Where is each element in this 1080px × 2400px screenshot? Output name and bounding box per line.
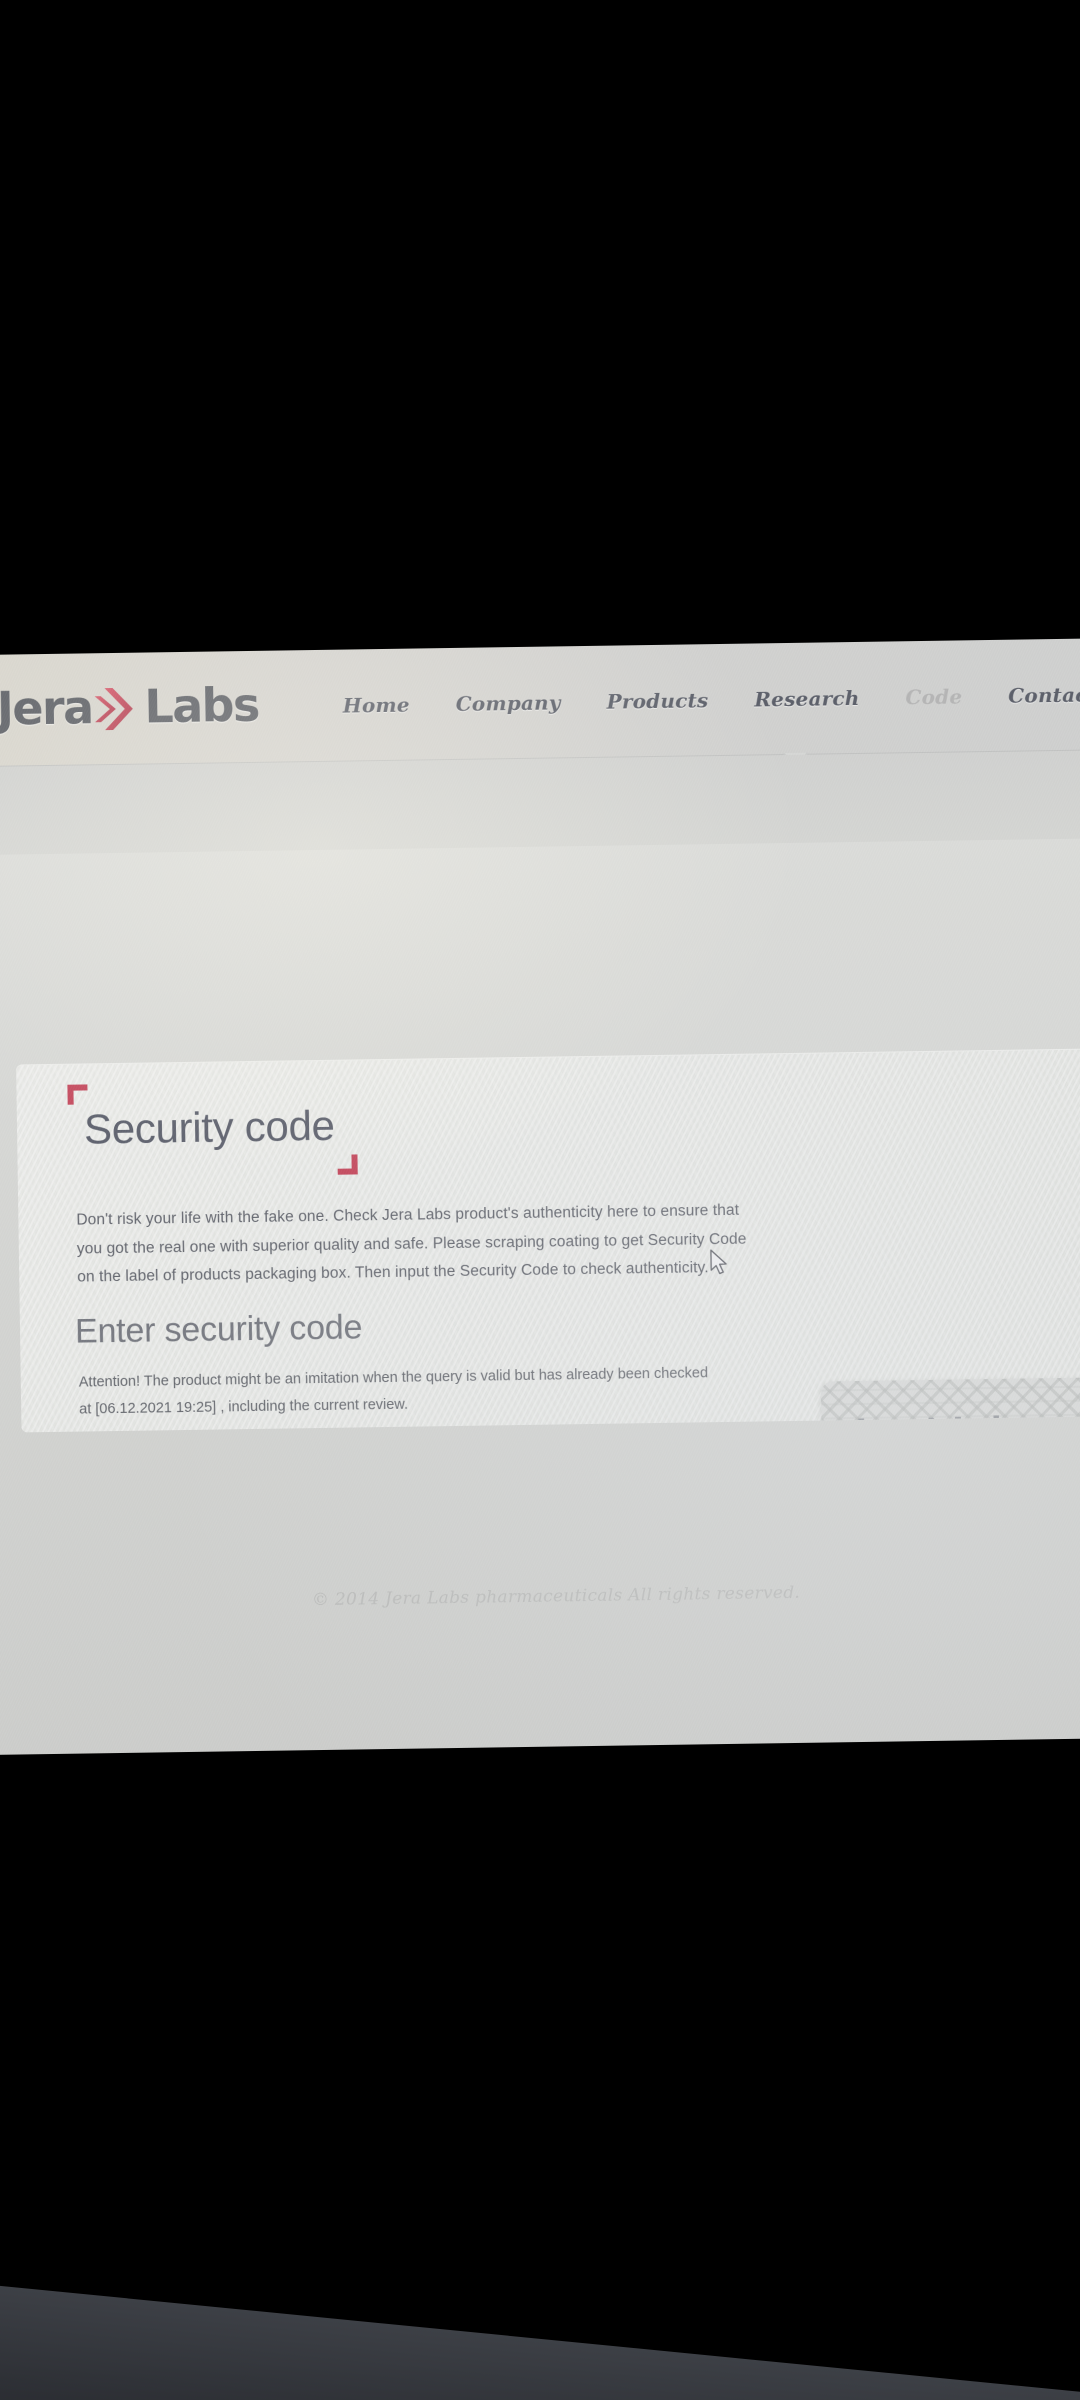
nav-item-contact[interactable]: Contact bbox=[1008, 682, 1080, 707]
header-subband bbox=[0, 750, 1080, 855]
page-body: Security code Don't risk your life with … bbox=[0, 838, 1080, 1755]
nav-item-code[interactable]: Code bbox=[905, 684, 962, 709]
security-code-card: Jera Labs SECURITY CODE bbox=[820, 1376, 1080, 1433]
double-chevron-right-icon bbox=[92, 682, 147, 737]
card-logo-text-right: Labs bbox=[952, 1410, 1030, 1433]
card-double-chevron-right-icon bbox=[920, 1414, 955, 1433]
monitor-screen: Jera Labs Home Company Products Research… bbox=[0, 638, 1080, 1755]
footer-copyright: © 2014 Jera Labs pharmaceuticals All rig… bbox=[311, 1582, 801, 1611]
monitor-bezel-edge bbox=[0, 2280, 1080, 2400]
main-navigation: Home Company Products Research Code Cont… bbox=[343, 682, 1080, 717]
site-header: Jera Labs Home Company Products Research… bbox=[0, 638, 1080, 768]
card-logo-text-left: Jera bbox=[855, 1412, 921, 1433]
nav-item-home[interactable]: Home bbox=[343, 693, 410, 718]
intro-paragraph: Don't risk your life with the fake one. … bbox=[76, 1201, 747, 1286]
attention-notice: Attention! The product might be an imita… bbox=[78, 1365, 709, 1418]
bracket-bottom-right-icon bbox=[337, 1154, 358, 1175]
section-title-enter-code: Enter security code bbox=[74, 1308, 363, 1351]
page-title-block: Security code bbox=[67, 1084, 358, 1175]
card-scratch-coating bbox=[820, 1376, 1080, 1433]
nav-item-company[interactable]: Company bbox=[456, 690, 561, 716]
bracket-top-left-icon bbox=[67, 1084, 88, 1105]
page-title: Security code bbox=[83, 1101, 335, 1153]
monitor-photo-frame: Jera Labs Home Company Products Research… bbox=[0, 0, 1080, 2400]
site-footer: © 2014 Jera Labs pharmaceuticals All rig… bbox=[0, 1578, 1080, 1615]
logo-text-left: Jera bbox=[0, 680, 93, 736]
nav-item-research[interactable]: Research bbox=[754, 686, 860, 712]
logo-text-right: Labs bbox=[144, 677, 260, 734]
content-panel: Security code Don't risk your life with … bbox=[16, 1048, 1080, 1433]
site-logo[interactable]: Jera Labs bbox=[0, 678, 259, 736]
nav-item-products[interactable]: Products bbox=[606, 688, 708, 714]
